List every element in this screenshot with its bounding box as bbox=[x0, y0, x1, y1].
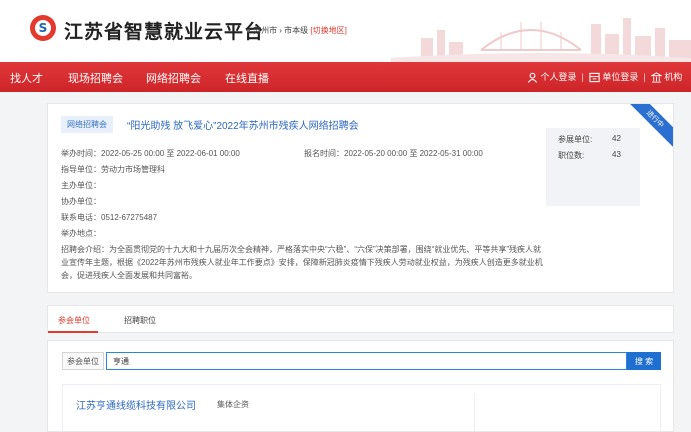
fair-intro: 招聘会介绍：为全面贯彻党的十九大和十九届历次全会精神，严格落实中央“六稳”、“六… bbox=[61, 245, 543, 280]
search-category-label: 参会单位 bbox=[62, 352, 104, 370]
location-pin-icon: ● bbox=[246, 26, 251, 35]
tab-bar: 参会单位 招聘职位 bbox=[47, 305, 674, 333]
city-skyline-illustration bbox=[391, 18, 691, 62]
main-nav: 找人才 现场招聘会 网络招聘会 在线直播 个人登录 | 单位登录 | 机构 bbox=[0, 62, 691, 92]
search-button[interactable]: 搜 索 bbox=[627, 352, 661, 370]
nav-separator: | bbox=[581, 71, 584, 82]
tab-participating-units[interactable]: 参会单位 bbox=[58, 315, 90, 326]
org-login-label: 机构 bbox=[664, 72, 683, 82]
nav-find-talent[interactable]: 找人才 bbox=[10, 70, 43, 86]
fair-title: “阳光助残 放飞爱心”2022年苏州市残疾人网络招聘会 bbox=[127, 121, 359, 132]
exhibitor-count-value: 42 bbox=[612, 134, 621, 143]
signup-time: 报名时间：2022-05-20 00:00 至 2022-05-31 00:00 bbox=[304, 149, 483, 158]
job-count-value: 43 bbox=[612, 150, 621, 159]
fair-type-tag: 网络招聘会 bbox=[61, 116, 113, 133]
hold-time: 举办时间：2022-05-25 00:00 至 2022-06-01 00:00 bbox=[61, 149, 240, 158]
nav-separator: | bbox=[643, 71, 646, 82]
exhibitor-count-label: 参展单位: bbox=[558, 135, 593, 144]
company-type: 集体企资 bbox=[217, 400, 249, 409]
co-unit: 协办单位： bbox=[61, 197, 101, 206]
card-divider bbox=[474, 393, 475, 431]
site-header: S 江苏省智慧就业云平台 ● 苏州市 › 市本级 [切换地区] bbox=[0, 0, 691, 62]
institution-icon bbox=[650, 72, 662, 83]
location-city: 苏州市 › 市本级 bbox=[253, 26, 309, 35]
fair-info-card: 网络招聘会 “阳光助残 放飞爱心”2022年苏州市残疾人网络招聘会 举办时间：2… bbox=[47, 103, 674, 293]
nav-onsite-fair[interactable]: 现场招聘会 bbox=[68, 70, 123, 86]
unit-login-link[interactable]: 单位登录 bbox=[589, 70, 639, 83]
active-tab-indicator bbox=[48, 331, 98, 333]
company-result-card[interactable]: 江苏亨通线缆科技有限公司 集体企资 bbox=[62, 384, 661, 431]
host-unit: 主办单位： bbox=[61, 181, 101, 190]
logo-glyph: S bbox=[35, 20, 51, 36]
personal-login-link[interactable]: 个人登录 bbox=[527, 70, 577, 83]
unit-search-input[interactable] bbox=[106, 352, 627, 370]
nav-live-stream[interactable]: 在线直播 bbox=[225, 70, 269, 86]
fair-stats-box: 参展单位: 42 职位数: 43 bbox=[546, 128, 640, 206]
tab-recruiting-positions[interactable]: 招聘职位 bbox=[124, 315, 156, 326]
fair-location: 举办地点： bbox=[61, 229, 101, 238]
switch-region-link[interactable]: [切换地区] bbox=[310, 26, 346, 35]
org-login-link[interactable]: 机构 bbox=[650, 70, 683, 83]
unit-login-label: 单位登录 bbox=[602, 72, 639, 82]
site-title[interactable]: 江苏省智慧就业云平台 bbox=[64, 17, 264, 44]
location-selector[interactable]: ● 苏州市 › 市本级 [切换地区] bbox=[246, 25, 347, 36]
unit-search-panel: 参会单位 搜 索 江苏亨通线缆科技有限公司 集体企资 bbox=[47, 340, 674, 432]
person-icon bbox=[527, 72, 538, 83]
company-name-link[interactable]: 江苏亨通线缆科技有限公司 bbox=[76, 397, 196, 412]
nav-online-fair[interactable]: 网络招聘会 bbox=[146, 70, 201, 86]
building-icon bbox=[589, 72, 600, 83]
contact-phone: 联系电话：0512-67275487 bbox=[61, 213, 158, 222]
job-count-label: 职位数: bbox=[558, 151, 585, 160]
personal-login-label: 个人登录 bbox=[540, 72, 577, 82]
guide-unit: 指导单位：劳动力市场管理科 bbox=[61, 165, 165, 174]
site-logo-icon[interactable]: S bbox=[30, 15, 56, 41]
login-links: 个人登录 | 单位登录 | 机构 bbox=[527, 70, 682, 83]
